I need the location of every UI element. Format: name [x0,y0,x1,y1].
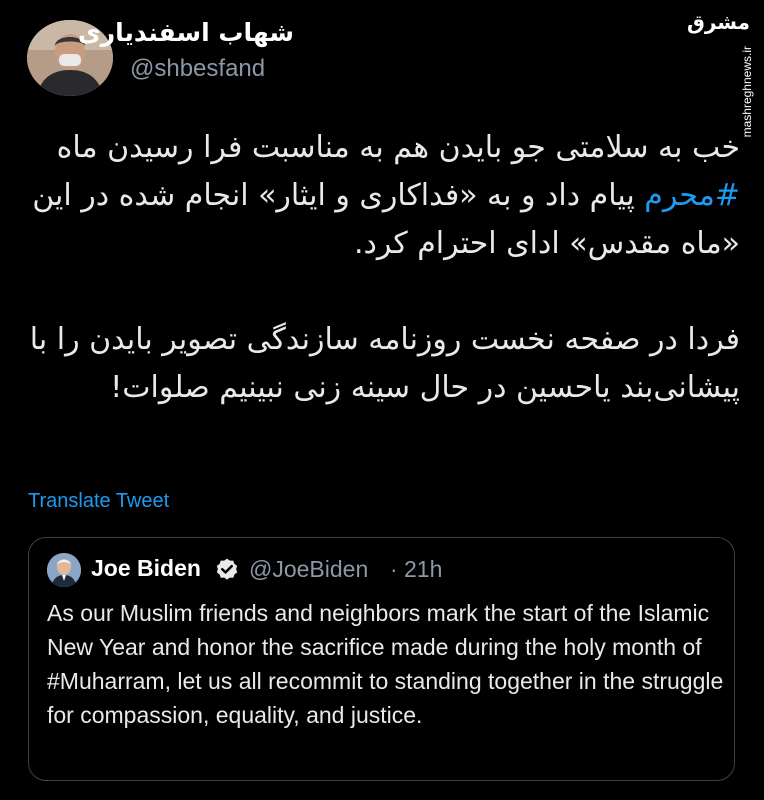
quoted-author-avatar[interactable] [47,553,81,587]
tweet-text-part: پیام داد و به «فداکاری و ایثار» انجام شد… [32,178,740,261]
tweet-text: خب به سلامتی جو بایدن هم به مناسبت فرا ر… [28,124,740,412]
verified-badge-icon [216,558,238,580]
tweet-paragraph-2: فردا در صفحه نخست روزنامه سازندگی تصویر … [29,322,740,405]
tweet-paragraph-1: خب به سلامتی جو بایدن هم به مناسبت فرا ر… [28,124,740,268]
quoted-author-handle[interactable]: @JoeBiden [249,556,368,583]
watermark: مشرق mashreghnews.ir [687,6,754,137]
biden-avatar-photo [47,553,81,587]
quoted-tweet-timestamp[interactable]: 21h [404,556,442,583]
watermark-logo: مشرق [686,10,750,34]
author-handle[interactable]: @shbesfand [130,55,265,83]
tweet-text-part: خب به سلامتی جو بایدن هم به مناسبت فرا ر… [56,130,740,165]
author-display-name[interactable]: شهاب اسفندیاری [78,18,294,47]
meta-separator: · [390,556,398,582]
quoted-tweet-card[interactable]: Joe Biden @JoeBiden · 21h As our Muslim … [28,537,735,781]
quoted-author-name[interactable]: Joe Biden [91,555,201,582]
hashtag-link[interactable]: #محرم [644,178,740,213]
watermark-site: mashreghnews.ir [740,46,754,138]
translate-tweet-link[interactable]: Translate Tweet [28,490,169,513]
quoted-tweet-text: As our Muslim friends and neighbors mark… [47,600,724,728]
